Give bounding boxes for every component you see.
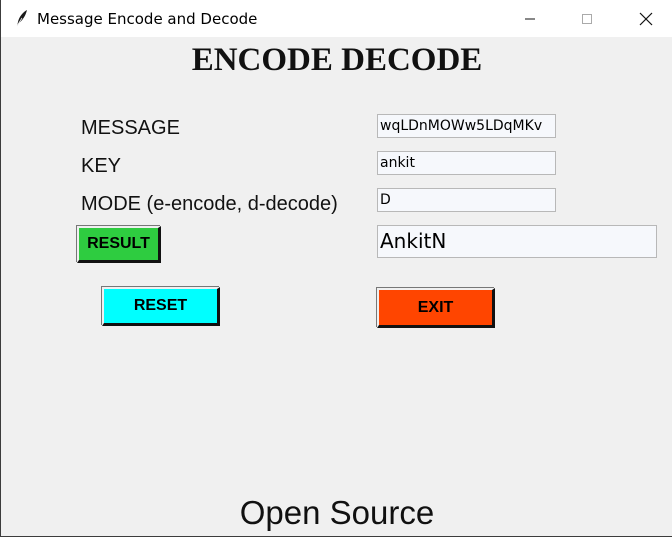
app-window: Message Encode and Decode ENCODE DECODE … [0,0,672,537]
result-output[interactable]: AnkitN [377,225,657,258]
minimize-button[interactable] [507,0,553,37]
close-button[interactable] [623,0,669,37]
window-title: Message Encode and Decode [37,10,258,28]
message-label: MESSAGE [81,117,180,139]
footer-text: Open Source [239,494,435,531]
maximize-icon [582,13,592,24]
key-input[interactable]: ankit [377,151,556,175]
maximize-button[interactable] [564,0,610,37]
mode-input[interactable]: D [377,188,556,212]
title-bar[interactable]: Message Encode and Decode [1,0,672,37]
minimize-icon [525,18,535,19]
reset-button[interactable]: RESET [102,287,220,326]
key-label: KEY [81,155,122,177]
page-title: ENCODE DECODE [191,42,483,78]
feather-icon [14,9,30,27]
result-button[interactable]: RESULT [77,226,161,263]
mode-label: MODE (e-encode, d-decode) [81,193,338,215]
message-input[interactable]: wqLDnMOWw5LDqMKv [377,114,556,138]
exit-button[interactable]: EXIT [377,288,495,328]
close-icon [639,12,653,25]
